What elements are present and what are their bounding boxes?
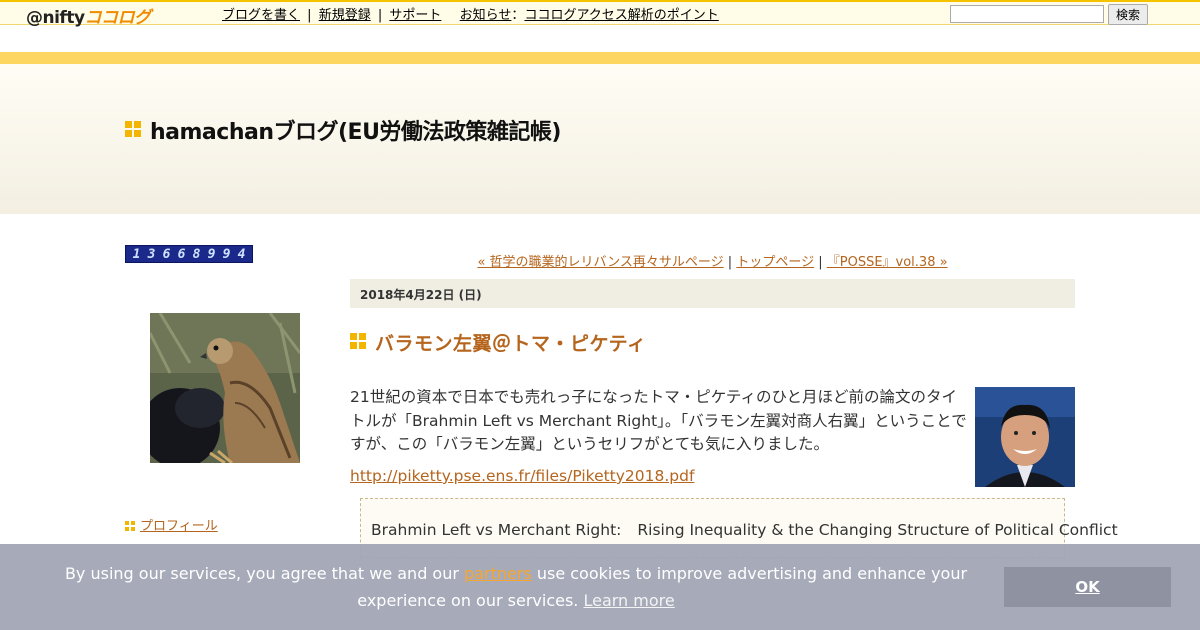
quote-title-part1: Brahmin Left vs Merchant Right:	[371, 521, 622, 539]
counter-digit: 9	[207, 246, 216, 262]
post-nav-separator: |	[727, 255, 733, 270]
logo-nifty-text: @nifty	[26, 8, 85, 28]
counter-digit: 6	[162, 246, 171, 262]
nifty-top-bar: @niftyココログ ブログを書く | 新規登録 | サポート お知らせ：ココロ…	[0, 0, 1200, 28]
cookie-text-before: By using our services, you agree that we…	[64, 564, 465, 583]
cookie-ok-button[interactable]: OK	[1004, 567, 1171, 607]
nav-access-analysis[interactable]: ココログアクセス解析のポイント	[524, 8, 718, 23]
nifty-cocolog-logo[interactable]: @niftyココログ	[26, 3, 151, 28]
post-nav-separator: |	[818, 255, 823, 270]
counter-digit: 4	[237, 246, 246, 262]
nav-support[interactable]: サポート	[389, 8, 441, 23]
nav-separator: |	[307, 8, 312, 23]
next-post-link[interactable]: 『POSSE』vol.38 »	[827, 255, 948, 270]
counter-digit: 6	[177, 246, 186, 262]
counter-digit: 8	[192, 246, 201, 262]
prev-post-link[interactable]: « 哲学の職業的レリバンス再々サルページ	[477, 255, 723, 270]
post-navigation: « 哲学の職業的レリバンス再々サルページ | トップページ | 『POSSE』v…	[350, 251, 1075, 270]
post-title-squares-icon	[350, 333, 366, 349]
profile-hawk-image	[150, 313, 300, 463]
profile-squares-icon	[125, 521, 135, 531]
nav-news[interactable]: お知らせ	[460, 8, 512, 23]
post-date: 2018年4月22日 (日)	[350, 279, 1075, 308]
blog-title[interactable]: hamachanブログ(EU労働法政策雑記帳)	[150, 114, 562, 146]
quote-title-part2: Rising Inequality & the Changing Structu…	[637, 521, 1118, 539]
search-input[interactable]	[950, 5, 1104, 23]
cookie-consent-banner: By using our services, you agree that we…	[0, 544, 1200, 630]
cookie-learn-more-link[interactable]: Learn more	[583, 591, 674, 610]
nav-write-blog[interactable]: ブログを書く	[222, 8, 300, 23]
post-title[interactable]: バラモン左翼＠トマ・ピケティ	[375, 329, 646, 356]
nav-separator: |	[377, 8, 383, 23]
profile-link[interactable]: プロフィール	[140, 519, 218, 534]
counter-digit: 3	[147, 246, 156, 262]
header-stripe	[0, 52, 1200, 64]
counter-digit: 9	[222, 246, 231, 262]
piketty-pdf-link[interactable]: http://piketty.pse.ens.fr/files/Piketty2…	[350, 467, 694, 485]
access-counter: 1 3 6 6 8 9 9 4	[125, 245, 253, 263]
top-page-link[interactable]: トップページ	[736, 255, 814, 270]
counter-digit: 1	[132, 246, 141, 262]
title-squares-icon	[125, 121, 141, 137]
top-nav: ブログを書く | 新規登録 | サポート お知らせ：ココログアクセス解析のポイン…	[222, 4, 719, 23]
search-button[interactable]: 検索	[1108, 4, 1148, 25]
blog-header: hamachanブログ(EU労働法政策雑記帳)	[0, 64, 1200, 214]
post-body-text: 21世紀の資本で日本でも売れっ子になったトマ・ピケティのひと月ほど前の論文のタイ…	[350, 388, 967, 453]
logo-cocolog-text: ココログ	[84, 8, 152, 28]
cookie-partners-link[interactable]: partners	[464, 564, 532, 583]
cookie-message: By using our services, you agree that we…	[40, 560, 992, 614]
sidebar-profile: プロフィール	[125, 515, 218, 534]
nav-colon: ：	[511, 8, 525, 23]
piketty-portrait-image	[975, 387, 1075, 487]
nav-register[interactable]: 新規登録	[319, 8, 371, 23]
